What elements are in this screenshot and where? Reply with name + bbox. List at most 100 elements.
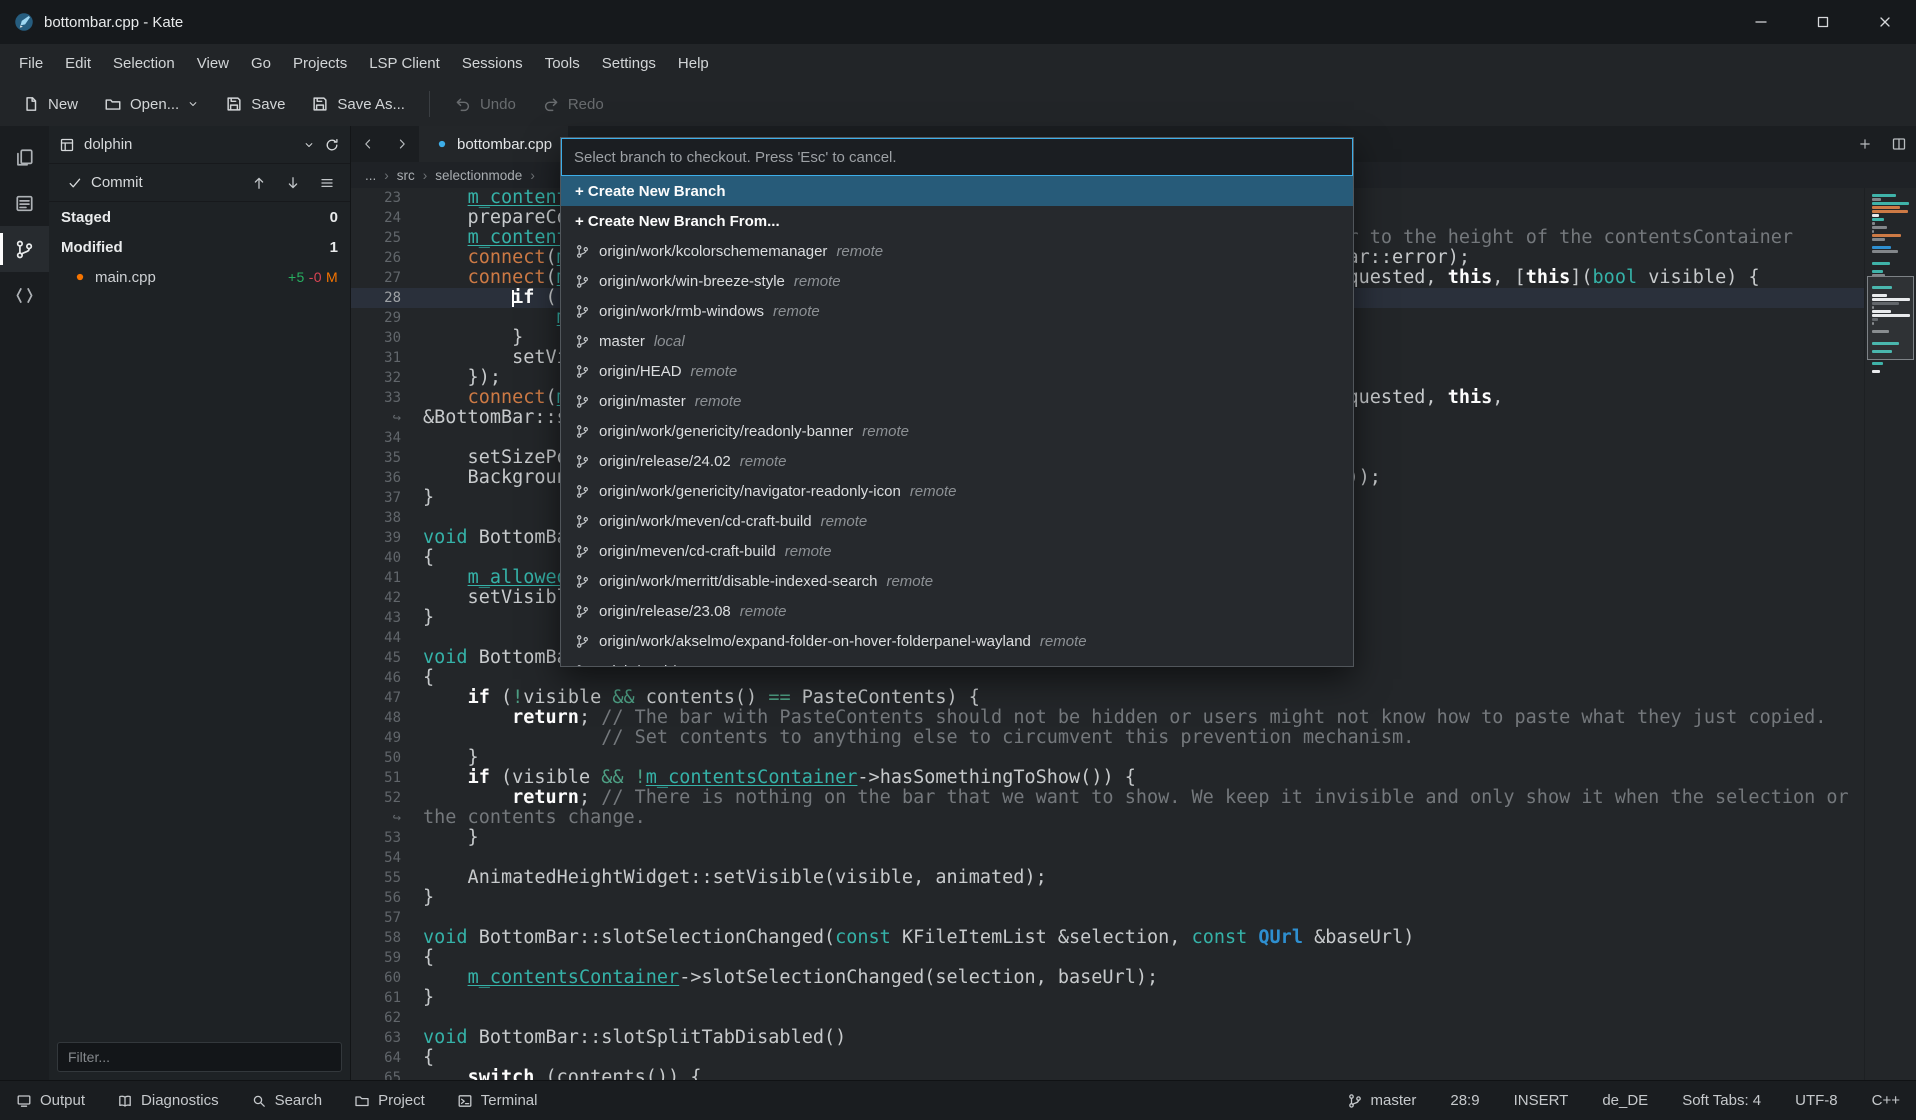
new-button[interactable]: New bbox=[10, 87, 90, 121]
sidebar-filesystem-button[interactable] bbox=[0, 180, 49, 226]
git-pull-button[interactable] bbox=[278, 168, 308, 198]
statusbar-utf-8[interactable]: UTF-8 bbox=[1795, 1092, 1838, 1109]
branch-item[interactable]: origin/work/meven/cd-craft-buildremote bbox=[561, 506, 1353, 536]
quick-open-button[interactable] bbox=[1848, 126, 1882, 162]
code-line[interactable]: 58void BottomBar::slotSelectionChanged(c… bbox=[351, 928, 1916, 948]
breadcrumb-item[interactable]: ... bbox=[365, 168, 376, 183]
branch-item[interactable]: origin/release/24.02remote bbox=[561, 446, 1353, 476]
branch-search-input[interactable] bbox=[561, 138, 1353, 176]
branch-item[interactable]: origin/HEADremote bbox=[561, 356, 1353, 386]
code-line[interactable]: 62 bbox=[351, 1008, 1916, 1028]
menu-edit[interactable]: Edit bbox=[54, 47, 102, 80]
code-line[interactable]: ↪the contents change. bbox=[351, 808, 1916, 828]
branch-item[interactable]: origin/masterremote bbox=[561, 386, 1353, 416]
code-line[interactable]: 57 bbox=[351, 908, 1916, 928]
modified-section-header[interactable]: Modified 1 bbox=[49, 232, 350, 262]
maximize-button[interactable] bbox=[1792, 0, 1854, 44]
menu-sessions[interactable]: Sessions bbox=[451, 47, 534, 80]
commit-button[interactable]: Commit bbox=[57, 168, 153, 197]
statusbar-terminal[interactable]: Terminal bbox=[457, 1092, 538, 1109]
menu-projects[interactable]: Projects bbox=[282, 47, 358, 80]
code-line[interactable]: 50 } bbox=[351, 748, 1916, 768]
code-line[interactable]: 51 if (visible && !m_contentsContainer->… bbox=[351, 768, 1916, 788]
branch-item[interactable]: origin/meven/cd-craft-buildremote bbox=[561, 536, 1353, 566]
statusbar-soft-tabs-4[interactable]: Soft Tabs: 4 bbox=[1682, 1092, 1761, 1109]
menu-lsp-client[interactable]: LSP Client bbox=[358, 47, 451, 80]
code-line[interactable]: 61} bbox=[351, 988, 1916, 1008]
branch-item[interactable]: origin/work/akselmo/expand-folder-on-hov… bbox=[561, 626, 1353, 656]
statusbar-c++[interactable]: C++ bbox=[1872, 1092, 1900, 1109]
code-line[interactable]: 55 AnimatedHeightWidget::setVisible(visi… bbox=[351, 868, 1916, 888]
branch-item[interactable]: origin/work/kcolorschememanagerremote bbox=[561, 236, 1353, 266]
code-line[interactable]: 48 return; // The bar with PasteContents… bbox=[351, 708, 1916, 728]
filter-input[interactable] bbox=[57, 1042, 342, 1072]
code-line[interactable]: 47 if (!visible && contents() == PasteCo… bbox=[351, 688, 1916, 708]
save-button[interactable]: Save bbox=[213, 87, 297, 121]
git-branch-icon bbox=[575, 304, 590, 319]
breadcrumb-item[interactable]: src bbox=[397, 168, 415, 183]
code-line[interactable]: 49 // Set contents to anything else to c… bbox=[351, 728, 1916, 748]
project-chevron-down-icon[interactable] bbox=[303, 139, 315, 151]
code-line[interactable]: 46{ bbox=[351, 668, 1916, 688]
menu-go[interactable]: Go bbox=[240, 47, 282, 80]
branch-item[interactable]: origin/release/23.08remote bbox=[561, 596, 1353, 626]
branch-item[interactable]: origin/work/merritt/disable-indexed-sear… bbox=[561, 566, 1353, 596]
sidebar-git-button[interactable] bbox=[0, 226, 49, 272]
branch-item[interactable]: origin/work/…remote bbox=[561, 656, 1353, 666]
breadcrumb-item[interactable]: selectionmode bbox=[435, 168, 522, 183]
code-line[interactable]: 65 switch (contents()) { bbox=[351, 1068, 1916, 1080]
menu-settings[interactable]: Settings bbox=[591, 47, 667, 80]
split-view-button[interactable] bbox=[1882, 126, 1916, 162]
branch-action-item[interactable]: + Create New Branch From... bbox=[561, 206, 1353, 236]
branch-item[interactable]: origin/work/rmb-windowsremote bbox=[561, 296, 1353, 326]
close-button[interactable] bbox=[1854, 0, 1916, 44]
menu-help[interactable]: Help bbox=[667, 47, 720, 80]
staged-section-header[interactable]: Staged 0 bbox=[49, 202, 350, 232]
tab-bottombar[interactable]: bottombar.cpp bbox=[419, 126, 568, 162]
code-line[interactable]: 59{ bbox=[351, 948, 1916, 968]
branch-action-item[interactable]: + Create New Branch bbox=[561, 176, 1353, 206]
minimap-line bbox=[1872, 246, 1891, 249]
code-line[interactable]: 63void BottomBar::slotSplitTabDisabled() bbox=[351, 1028, 1916, 1048]
menu-view[interactable]: View bbox=[186, 47, 240, 80]
minimap-viewport[interactable] bbox=[1867, 276, 1914, 360]
code-line[interactable]: 54 bbox=[351, 848, 1916, 868]
open-button[interactable]: Open... bbox=[92, 87, 211, 121]
branch-item[interactable]: origin/work/genericity/readonly-bannerre… bbox=[561, 416, 1353, 446]
code-line[interactable]: 56} bbox=[351, 888, 1916, 908]
menu-tools[interactable]: Tools bbox=[534, 47, 591, 80]
code-line[interactable]: 60 m_contentsContainer->slotSelectionCha… bbox=[351, 968, 1916, 988]
git-push-button[interactable] bbox=[244, 168, 274, 198]
project-name[interactable]: dolphin bbox=[84, 136, 132, 153]
statusbar-project[interactable]: Project bbox=[354, 1092, 425, 1109]
undo-button[interactable]: Undo bbox=[442, 87, 528, 121]
diagnostics-icon bbox=[117, 1093, 133, 1109]
git-file-row[interactable]: main.cpp+5 -0 M bbox=[49, 262, 350, 292]
branch-item[interactable]: origin/work/win-breeze-styleremote bbox=[561, 266, 1353, 296]
statusbar-diagnostics[interactable]: Diagnostics bbox=[117, 1092, 219, 1109]
minimize-button[interactable] bbox=[1730, 0, 1792, 44]
code-line[interactable]: 53 } bbox=[351, 828, 1916, 848]
sidebar-documents-button[interactable] bbox=[0, 134, 49, 180]
redo-button[interactable]: Redo bbox=[530, 87, 616, 121]
statusbar-de-de[interactable]: de_DE bbox=[1602, 1092, 1648, 1109]
branch-item[interactable]: origin/work/genericity/navigator-readonl… bbox=[561, 476, 1353, 506]
statusbar-master[interactable]: master bbox=[1347, 1092, 1417, 1109]
statusbar-output[interactable]: Output bbox=[16, 1092, 85, 1109]
sidebar-symbols-button[interactable] bbox=[0, 272, 49, 318]
code-line[interactable]: 52 return; // There is nothing on the ba… bbox=[351, 788, 1916, 808]
git-menu-button[interactable] bbox=[312, 168, 342, 198]
minimap[interactable] bbox=[1864, 188, 1916, 1080]
back-button[interactable] bbox=[351, 126, 385, 162]
save-as-button[interactable]: Save As... bbox=[299, 87, 417, 121]
menu-selection[interactable]: Selection bbox=[102, 47, 186, 80]
forward-button[interactable] bbox=[385, 126, 419, 162]
line-text: if (!visible && contents() == PasteConte… bbox=[423, 688, 1916, 708]
statusbar-28-9[interactable]: 28:9 bbox=[1450, 1092, 1479, 1109]
branch-item[interactable]: masterlocal bbox=[561, 326, 1353, 356]
statusbar-insert[interactable]: INSERT bbox=[1514, 1092, 1569, 1109]
statusbar-search[interactable]: Search bbox=[251, 1092, 323, 1109]
code-line[interactable]: 64{ bbox=[351, 1048, 1916, 1068]
menu-file[interactable]: File bbox=[8, 47, 54, 80]
refresh-icon[interactable] bbox=[324, 137, 340, 153]
